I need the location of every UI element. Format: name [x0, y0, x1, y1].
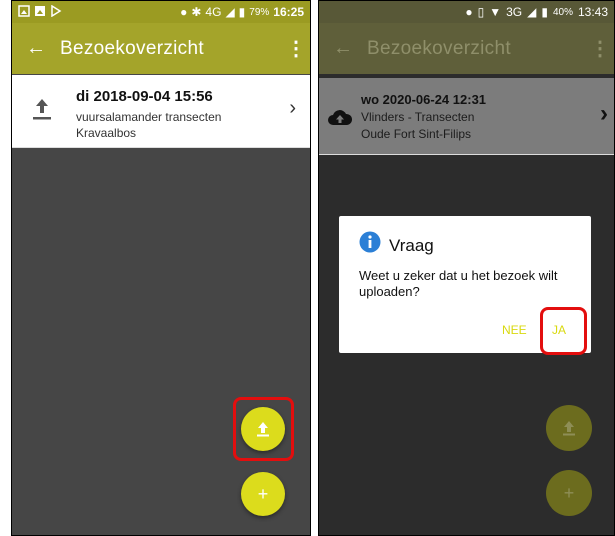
highlight-yes-button: [540, 307, 587, 355]
battery-level: 40%: [552, 6, 573, 18]
signal-icon: ◢: [527, 5, 537, 19]
bluetooth-icon: ✱: [191, 5, 202, 19]
visit-date: wo 2020-06-24 12:31: [361, 92, 487, 107]
visit-list-item[interactable]: wo 2020-06-24 12:31 Vlinders - Transecte…: [319, 78, 614, 155]
signal-icon: ◢: [225, 5, 235, 19]
vibrate-icon: ▯: [477, 5, 485, 19]
upload-fab: [546, 405, 592, 451]
back-arrow-icon[interactable]: ←: [319, 37, 367, 60]
notification-icons: [18, 4, 64, 20]
visit-project: Vlinders - Transecten: [361, 110, 475, 124]
left-phone-screen: ● ✱ 4G ◢ ▮ 79% 16:25 ← Bezoekoverzicht ⋮…: [11, 0, 311, 536]
cloud-upload-icon[interactable]: [327, 108, 353, 126]
overflow-menu-icon[interactable]: ⋮: [282, 36, 310, 61]
clock: 13:43: [577, 5, 608, 19]
clock: 16:25: [273, 5, 304, 19]
upload-icon: [563, 421, 575, 436]
add-fab: +: [546, 470, 592, 516]
back-arrow-icon[interactable]: ←: [12, 37, 60, 60]
app-bar: ← Bezoekoverzicht ⋮: [12, 23, 310, 74]
status-bar: ● ▯ ▼ 3G ◢ ▮ 40% 13:43: [319, 1, 614, 23]
visit-date: di 2018-09-04 15:56: [76, 88, 213, 105]
app-bar: ← Bezoekoverzicht ⋮: [319, 23, 614, 74]
highlight-upload-fab: [233, 397, 294, 461]
info-icon: [359, 231, 381, 253]
battery-level: 79%: [249, 6, 270, 18]
overflow-menu-icon[interactable]: ⋮: [586, 36, 614, 61]
page-title: Bezoekoverzicht: [367, 37, 511, 59]
add-fab[interactable]: +: [241, 472, 285, 516]
battery-icon: ▮: [238, 5, 246, 19]
battery-icon: ▮: [541, 5, 548, 19]
network-type: 4G: [205, 5, 222, 19]
visit-list-item[interactable]: di 2018-09-04 15:56 vuursalamander trans…: [12, 75, 310, 148]
dialog-title: Vraag: [389, 236, 434, 255]
location-icon: ●: [465, 5, 473, 19]
status-bar: ● ✱ 4G ◢ ▮ 79% 16:25: [12, 1, 310, 23]
visit-location: Oude Fort Sint-Filips: [361, 127, 472, 141]
upload-icon[interactable]: [32, 97, 52, 121]
network-type: 3G: [506, 5, 523, 19]
dialog-message: Weet u zeker dat u het bezoek wilt uploa…: [359, 268, 558, 299]
visit-location: Kravaalbos: [76, 126, 137, 140]
visit-project: vuursalamander transecten: [76, 110, 222, 124]
page-title: Bezoekoverzicht: [60, 37, 204, 59]
wifi-icon: ▼: [489, 5, 502, 19]
location-icon: ●: [180, 5, 188, 19]
no-button[interactable]: NEE: [502, 323, 527, 337]
chevron-right-icon: ›: [600, 100, 608, 127]
right-phone-screen: ● ▯ ▼ 3G ◢ ▮ 40% 13:43 ← Bezoekoverzicht…: [318, 0, 615, 536]
chevron-right-icon: ›: [289, 97, 296, 119]
